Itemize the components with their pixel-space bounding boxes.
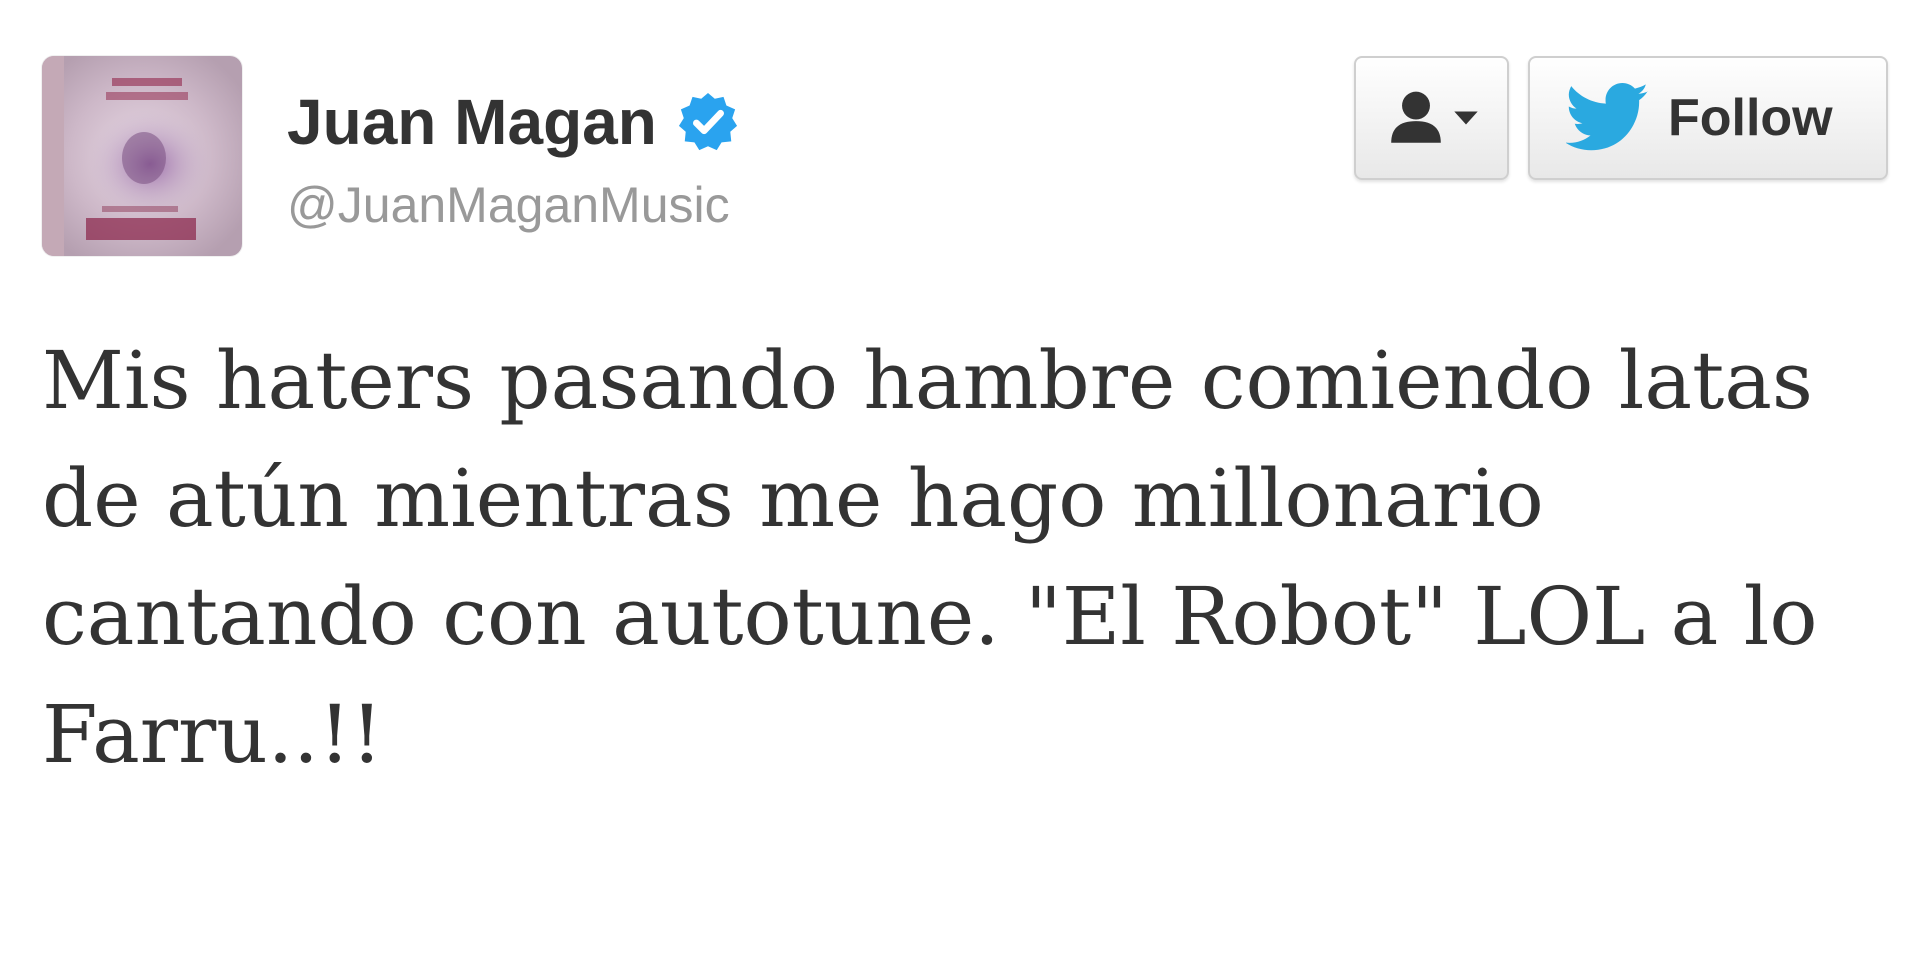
person-icon [1390,91,1441,143]
chevron-down-icon [1453,111,1478,125]
name-row: Juan Magan [287,82,739,162]
tweet-card: Juan Magan @JuanMaganMusic Follow Mis ha… [0,0,1920,969]
album-cover-image [42,56,242,256]
follow-label: Follow [1668,89,1833,147]
user-actions-dropdown-button[interactable] [1354,56,1509,180]
display-name[interactable]: Juan Magan [287,85,657,159]
twitter-bird-icon [1566,83,1649,151]
user-handle[interactable]: @JuanMaganMusic [287,176,730,234]
avatar[interactable] [42,56,242,256]
tweet-text: Mis haters pasando hambre comiendo latas… [42,334,1818,781]
verified-badge-icon [677,91,739,153]
follow-button[interactable]: Follow [1528,56,1888,180]
